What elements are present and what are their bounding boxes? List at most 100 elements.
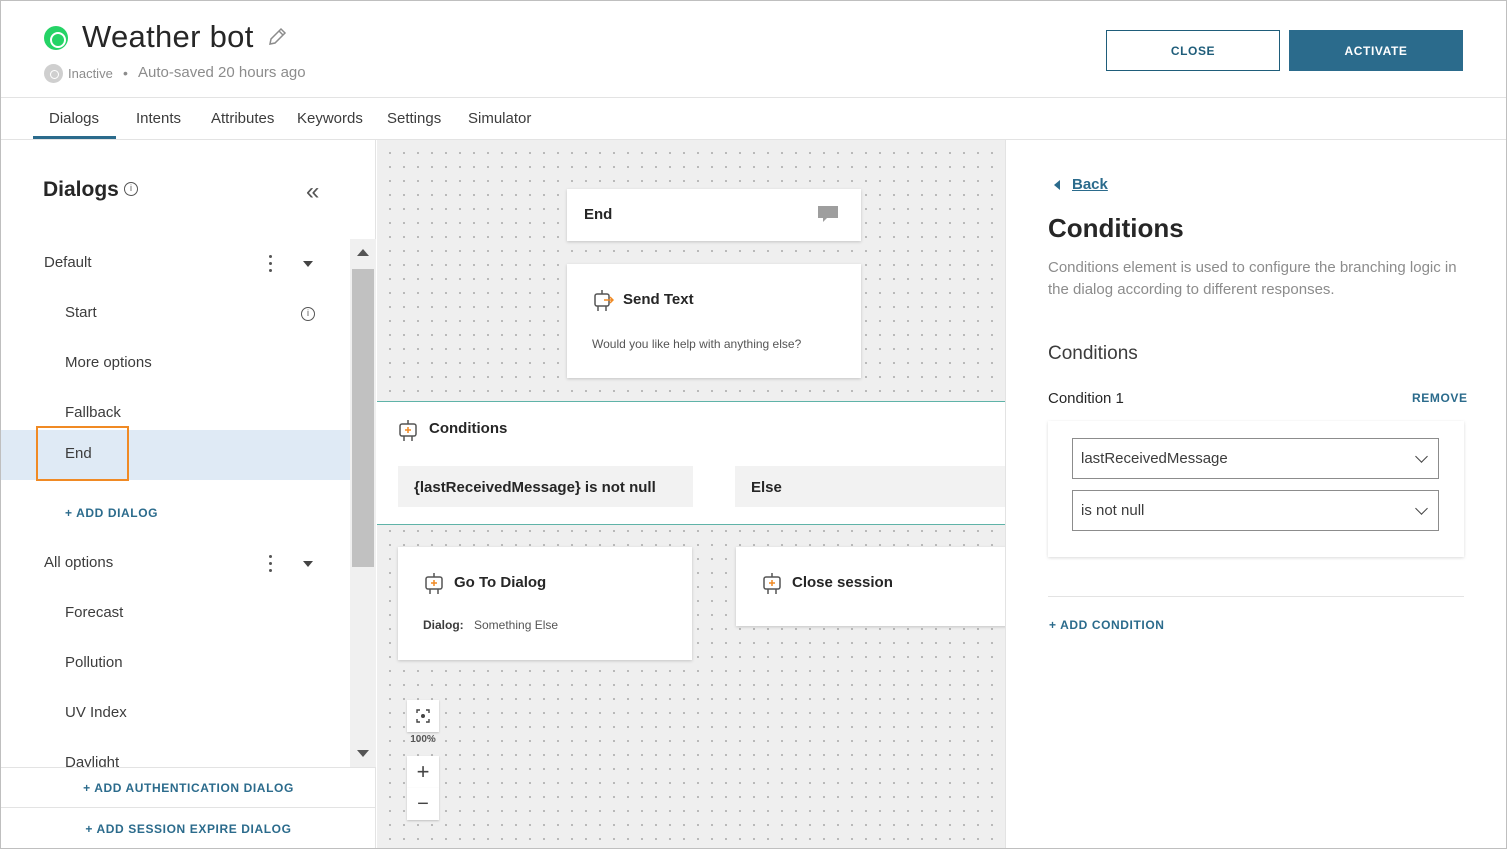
- fit-to-screen-button[interactable]: [407, 700, 439, 732]
- group-label: Default: [44, 254, 92, 271]
- dialog-label: Daylight: [65, 754, 120, 767]
- sidebar-title: Dialogs: [43, 178, 119, 201]
- sidebar-scrollbar[interactable]: [350, 239, 376, 767]
- robot-close-session-icon: [763, 573, 781, 594]
- chevron-down-icon: [1415, 450, 1428, 463]
- tab-simulator[interactable]: Simulator: [468, 110, 531, 127]
- tab-attributes[interactable]: Attributes: [211, 110, 274, 127]
- tab-settings[interactable]: Settings: [387, 110, 441, 127]
- sidebar-footer-session: + ADD SESSION EXPIRE DIALOG: [1, 808, 376, 848]
- scroll-thumb[interactable]: [352, 269, 374, 567]
- status-label: Inactive: [68, 66, 113, 81]
- scroll-up-icon[interactable]: [357, 249, 369, 256]
- dialog-item-more-options[interactable]: More options: [1, 339, 350, 389]
- panel-description: Conditions element is used to configure …: [1048, 259, 1457, 298]
- selection-highlight: [36, 426, 129, 481]
- status-separator: •: [123, 65, 128, 81]
- remove-condition-button[interactable]: REMOVE: [1412, 391, 1468, 405]
- add-condition-button[interactable]: + ADD CONDITION: [1049, 618, 1165, 632]
- app-window: Weather bot Inactive • Auto-saved 20 hou…: [0, 0, 1507, 849]
- dialog-item-forecast[interactable]: Forecast: [1, 589, 350, 639]
- dialog-label: UV Index: [65, 704, 127, 721]
- robot-send-icon: [594, 290, 614, 311]
- zoom-out-button[interactable]: −: [407, 788, 439, 820]
- dialog-label: Start: [65, 304, 97, 321]
- kebab-menu-icon[interactable]: [267, 255, 273, 273]
- section-heading: Conditions: [1048, 343, 1138, 364]
- whatsapp-icon: [44, 26, 68, 50]
- dialog-field-value: Something Else: [474, 618, 559, 632]
- active-tab-indicator: [33, 136, 116, 139]
- dialog-label: Forecast: [65, 604, 124, 621]
- tab-intents[interactable]: Intents: [136, 110, 181, 127]
- dialog-field-label: Dialog:: [423, 618, 464, 632]
- autosaved-label: Auto-saved 20 hours ago: [138, 64, 306, 81]
- operator-select-value: is not null: [1081, 502, 1145, 519]
- sidebar-footer-auth: + ADD AUTHENTICATION DIALOG: [1, 767, 376, 808]
- add-dialog-link[interactable]: + ADD DIALOG: [65, 506, 158, 520]
- card-title: Go To Dialog: [454, 574, 547, 591]
- dialog-list: Default Start i More options Fallback En…: [1, 239, 350, 767]
- add-session-expire-dialog-link[interactable]: + ADD SESSION EXPIRE DIALOG: [1, 808, 376, 848]
- dialog-item-daylight[interactable]: Daylight: [1, 739, 350, 767]
- divider: [1048, 596, 1464, 597]
- panel-title: Conditions: [1048, 213, 1184, 243]
- bot-title: Weather bot: [82, 19, 254, 54]
- tab-keywords[interactable]: Keywords: [297, 110, 363, 127]
- card-body: Would you like help with anything else?: [592, 337, 802, 351]
- flow-canvas[interactable]: End Send Text Would you like help with a…: [377, 140, 1005, 848]
- dialog-item-start[interactable]: Start i: [1, 289, 350, 339]
- fit-screen-icon: [416, 709, 430, 723]
- condition-branch-1[interactable]: {lastReceivedMessage} is not null: [398, 466, 693, 507]
- dialog-item-pollution[interactable]: Pollution: [1, 639, 350, 689]
- operator-select[interactable]: is not null: [1072, 490, 1439, 531]
- card-title: End: [584, 206, 613, 223]
- zoom-in-button[interactable]: +: [407, 756, 439, 788]
- dialog-label: More options: [65, 354, 152, 371]
- dialog-label: Fallback: [65, 404, 121, 421]
- message-bubble-icon: [818, 206, 838, 222]
- send-text-card[interactable]: Send Text Would you like help with anyth…: [567, 264, 861, 378]
- go-to-dialog-card[interactable]: Go To Dialog Dialog: Something Else: [398, 547, 692, 660]
- dialog-label: Pollution: [65, 654, 123, 671]
- group-label: All options: [44, 554, 114, 571]
- collapse-sidebar-icon[interactable]: «: [306, 178, 319, 206]
- condition-branch-else[interactable]: Else: [735, 466, 1005, 507]
- card-title: Close session: [792, 574, 893, 591]
- group-all-options[interactable]: All options: [1, 539, 350, 589]
- header: Weather bot Inactive • Auto-saved 20 hou…: [1, 1, 1506, 98]
- card-title: Send Text: [623, 291, 694, 308]
- caret-down-icon[interactable]: [303, 261, 313, 267]
- robot-conditions-icon: [399, 420, 417, 441]
- info-icon[interactable]: i: [301, 307, 315, 321]
- kebab-menu-icon[interactable]: [267, 555, 273, 573]
- back-arrow-icon[interactable]: [1054, 180, 1060, 190]
- add-dialog-row: + ADD DIALOG: [1, 489, 350, 539]
- attribute-select-value: lastReceivedMessage: [1081, 450, 1228, 467]
- dialog-item-uv-index[interactable]: UV Index: [1, 689, 350, 739]
- tab-bar: Dialogs Intents Attributes Keywords Sett…: [1, 98, 1506, 140]
- zoom-level: 100%: [410, 734, 436, 745]
- activate-button[interactable]: ACTIVATE: [1289, 30, 1463, 71]
- tab-dialogs[interactable]: Dialogs: [49, 110, 99, 127]
- chevron-down-icon: [1415, 502, 1428, 515]
- properties-panel: Back Conditions Conditions element is us…: [1005, 140, 1506, 848]
- robot-goto-icon: [425, 573, 443, 594]
- group-default[interactable]: Default: [1, 239, 350, 289]
- close-button[interactable]: CLOSE: [1106, 30, 1280, 71]
- add-authentication-dialog-link[interactable]: + ADD AUTHENTICATION DIALOG: [1, 768, 376, 807]
- conditions-element-card[interactable]: Conditions {lastReceivedMessage} is not …: [377, 401, 1005, 525]
- condition-label: Condition 1: [1048, 390, 1124, 407]
- info-icon[interactable]: i: [124, 182, 138, 196]
- dialogs-sidebar: Dialogs i « Default Start i More options…: [1, 140, 376, 848]
- end-element-card[interactable]: End: [567, 189, 861, 241]
- attribute-select[interactable]: lastReceivedMessage: [1072, 438, 1439, 479]
- status-icon: [44, 64, 63, 83]
- back-link[interactable]: Back: [1072, 176, 1108, 193]
- close-session-card[interactable]: Close session: [736, 547, 1005, 626]
- card-title: Conditions: [429, 420, 508, 437]
- scroll-down-icon[interactable]: [357, 750, 369, 757]
- condition-card: lastReceivedMessage is not null: [1048, 421, 1464, 557]
- caret-down-icon[interactable]: [303, 561, 313, 567]
- edit-pencil-icon[interactable]: [266, 26, 288, 48]
